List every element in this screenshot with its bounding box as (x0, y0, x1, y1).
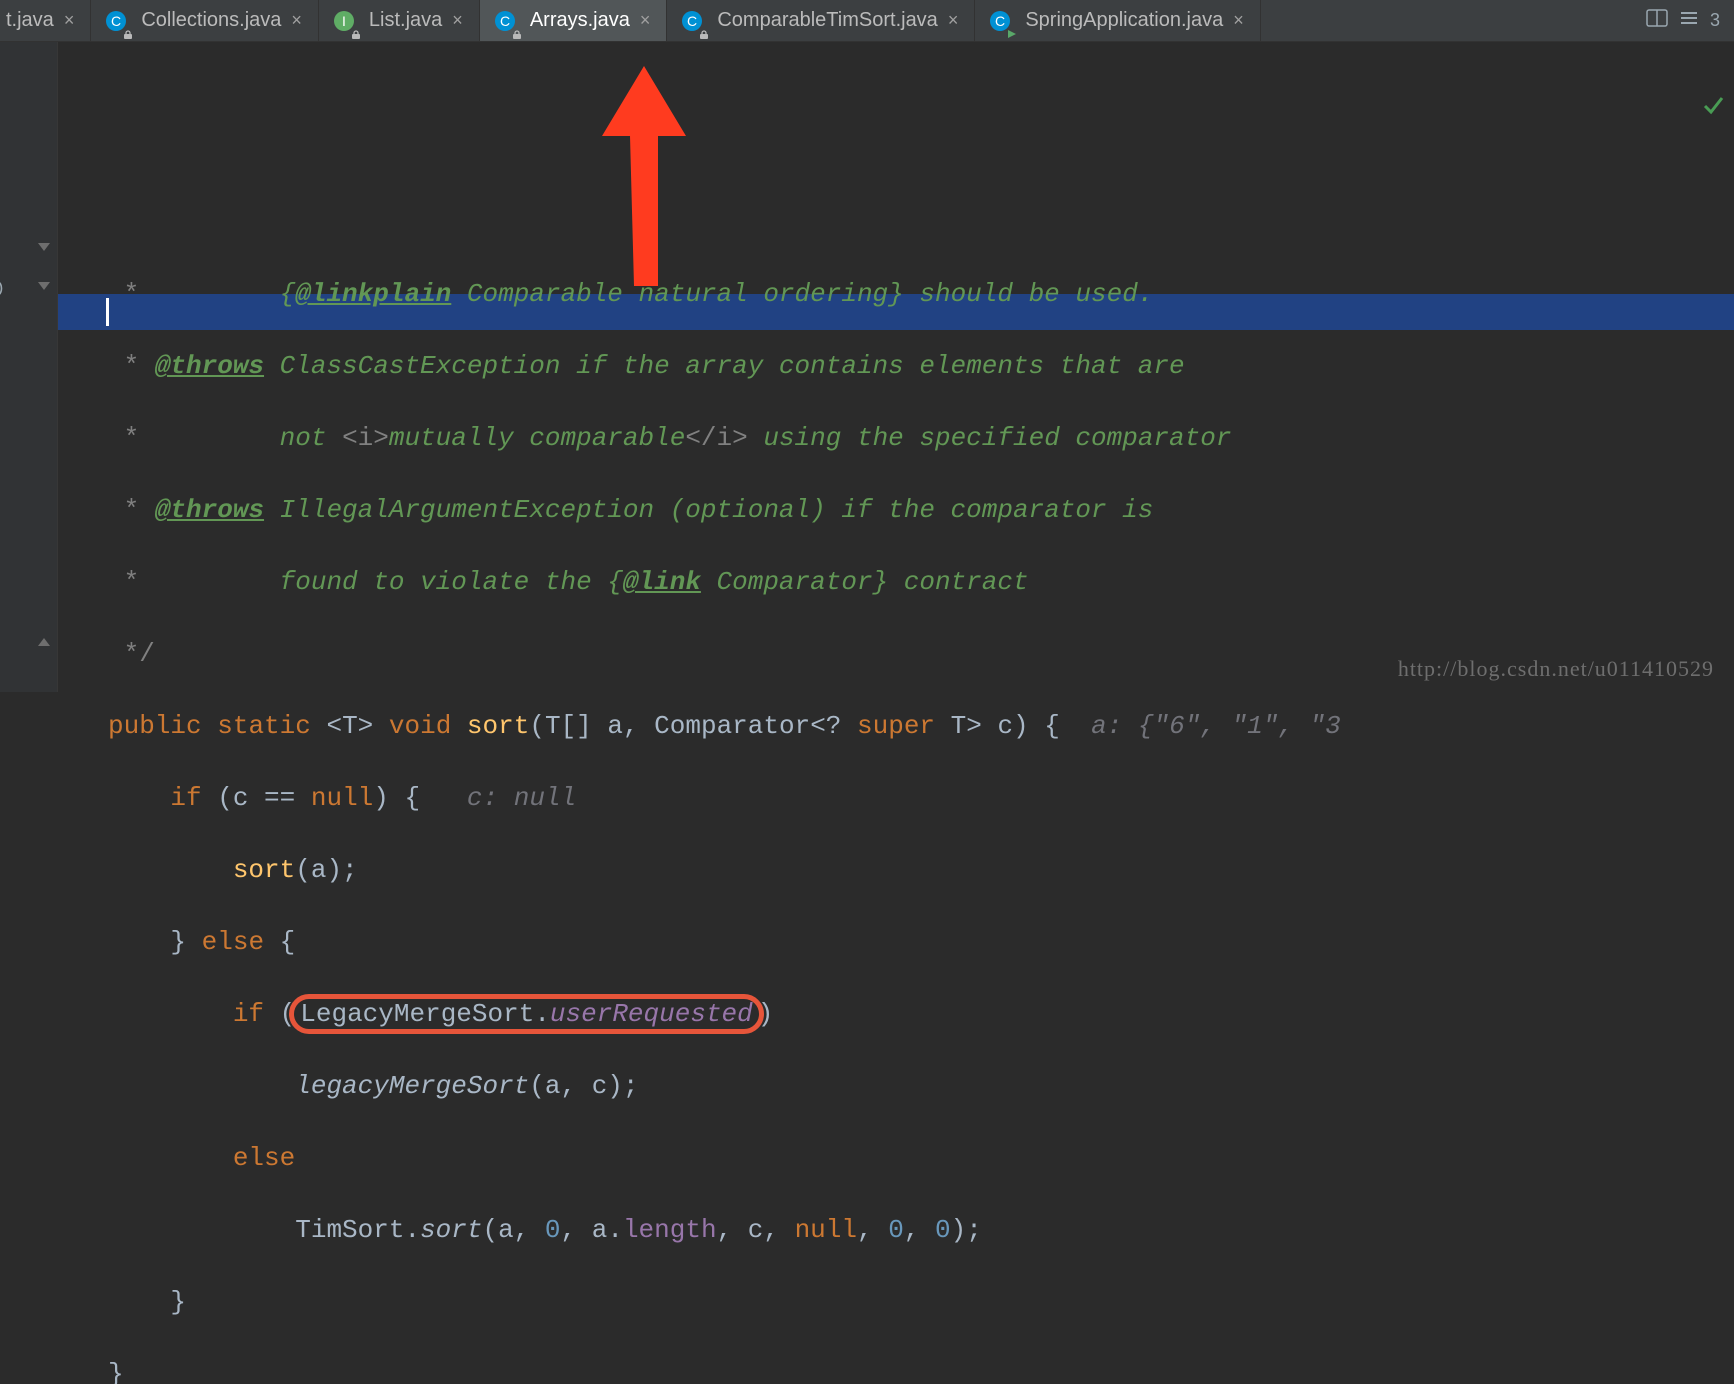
code-area[interactable]: * {@linkplain Comparable natural orderin… (58, 42, 1734, 692)
tab-arrays[interactable]: C Arrays.java × (480, 0, 668, 41)
editor-gutter: @ (0, 42, 58, 692)
code-line: } else { (108, 924, 1734, 960)
watermark-text: http://blog.csdn.net/u011410529 (1398, 656, 1714, 682)
code-line: * @throws IllegalArgumentException (opti… (108, 492, 1734, 528)
tab-label: SpringApplication.java (1025, 9, 1223, 32)
svg-text:C: C (111, 13, 121, 29)
code-line: * {@linkplain Comparable natural orderin… (108, 276, 1734, 312)
inlay-hint: c: null (467, 783, 576, 813)
split-editor-icon[interactable] (1646, 9, 1668, 32)
code-line: if (LegacyMergeSort.userRequested) (108, 996, 1734, 1032)
tab-label: List.java (369, 9, 442, 32)
code-line: } (108, 1284, 1734, 1320)
code-line: sort(a); (108, 852, 1734, 888)
close-icon[interactable]: × (62, 10, 77, 31)
run-overlay-icon (1007, 22, 1017, 32)
svg-text:C: C (687, 13, 697, 29)
close-icon[interactable]: × (450, 10, 465, 31)
code-line: * @throws ClassCastException if the arra… (108, 348, 1734, 384)
lock-icon (351, 23, 361, 33)
code-line: * not <i>mutually comparable</i> using t… (108, 420, 1734, 456)
svg-text:C: C (995, 13, 1005, 29)
tab-label: Collections.java (141, 9, 281, 32)
fold-toggle-icon[interactable] (35, 237, 53, 255)
override-marker[interactable]: @ (0, 276, 4, 304)
tab-list[interactable]: I List.java × (319, 0, 480, 41)
code-line: public static <T> void sort(T[] a, Compa… (108, 708, 1734, 744)
editor-menu-icon[interactable] (1678, 9, 1700, 32)
annotation-box: LegacyMergeSort.userRequested (289, 994, 764, 1034)
tabbar-controls: 3 (1646, 0, 1734, 41)
tab-comparabletimsort[interactable]: C ComparableTimSort.java × (667, 0, 975, 41)
tab-label: ComparableTimSort.java (717, 9, 937, 32)
lock-icon (699, 23, 709, 33)
close-icon[interactable]: × (1231, 10, 1246, 31)
code-line: * found to violate the {@link Comparator… (108, 564, 1734, 600)
fold-end-icon[interactable] (35, 634, 53, 652)
code-line: TimSort.sort(a, 0, a.length, c, null, 0,… (108, 1212, 1734, 1248)
code-line: if (c == null) { c: null (108, 780, 1734, 816)
tabbar-spacer (1261, 0, 1646, 41)
inspection-ok-icon[interactable] (1702, 94, 1724, 121)
code-line: } (108, 1356, 1734, 1384)
fold-toggle-icon[interactable] (35, 276, 53, 294)
tab-springapplication[interactable]: C SpringApplication.java × (975, 0, 1260, 41)
lock-icon (123, 23, 133, 33)
close-icon[interactable]: × (638, 10, 653, 31)
tab-label: t.java (6, 9, 54, 32)
inlay-hint: a: {"6", "1", "3 (1091, 711, 1341, 741)
tab-label: Arrays.java (530, 9, 630, 32)
svg-text:I: I (342, 13, 346, 29)
lock-icon (512, 23, 522, 33)
svg-text:C: C (500, 13, 510, 29)
tab-partial[interactable]: t.java × (0, 0, 91, 41)
code-line: legacyMergeSort(a, c); (108, 1068, 1734, 1104)
tab-collections[interactable]: C Collections.java × (91, 0, 319, 41)
close-icon[interactable]: × (289, 10, 304, 31)
editor-tabbar: t.java × C Collections.java × I List.jav… (0, 0, 1734, 42)
code-line: else (108, 1140, 1734, 1176)
code-editor[interactable]: @ * {@linkplain Comparable natural order… (0, 42, 1734, 692)
hidden-tabs-count[interactable]: 3 (1710, 10, 1720, 31)
close-icon[interactable]: × (946, 10, 961, 31)
